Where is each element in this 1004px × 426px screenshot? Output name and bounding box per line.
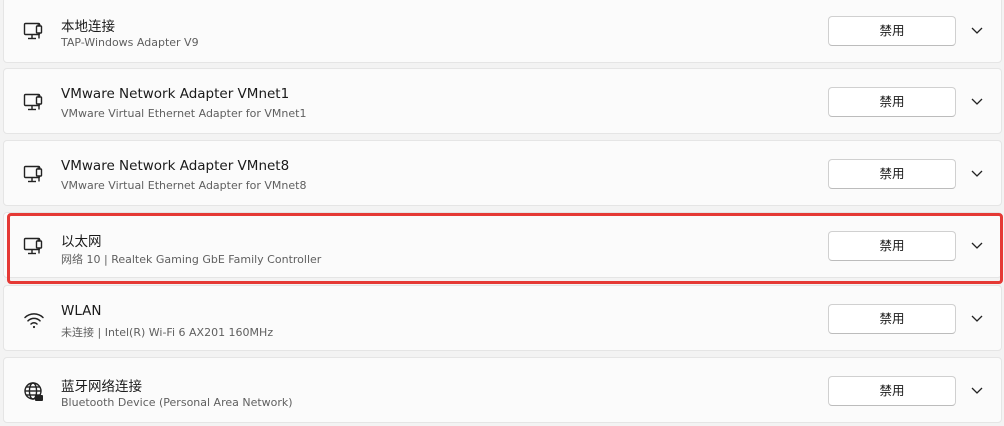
adapter-name: WLAN: [61, 303, 102, 319]
adapter-row-ethernet[interactable]: 以太网 网络 10 | Realtek Gaming GbE Family Co…: [3, 212, 1002, 278]
adapter-row-local-connection[interactable]: 本地连接 TAP-Windows Adapter V9 禁用: [3, 0, 1002, 63]
adapter-description: VMware Virtual Ethernet Adapter for VMne…: [61, 179, 307, 192]
chevron-down-icon[interactable]: [969, 165, 985, 181]
disable-button[interactable]: 禁用: [828, 87, 956, 117]
ethernet-icon: [22, 163, 46, 187]
adapter-name: VMware Network Adapter VMnet1: [61, 86, 290, 102]
adapter-row-vmnet1[interactable]: VMware Network Adapter VMnet1 VMware Vir…: [3, 68, 1002, 134]
chevron-down-icon[interactable]: [969, 237, 985, 253]
adapter-name: 以太网: [61, 234, 102, 250]
adapter-name: VMware Network Adapter VMnet8: [61, 158, 290, 174]
chevron-down-icon[interactable]: [969, 22, 985, 38]
network-adapter-list: 本地连接 TAP-Windows Adapter V9 禁用 VMware Ne…: [0, 0, 1004, 426]
adapter-description: Bluetooth Device (Personal Area Network): [61, 396, 293, 409]
disable-button[interactable]: 禁用: [828, 16, 956, 46]
adapter-row-vmnet8[interactable]: VMware Network Adapter VMnet8 VMware Vir…: [3, 140, 1002, 206]
adapter-name: 蓝牙网络连接: [61, 379, 142, 395]
disable-button[interactable]: 禁用: [828, 231, 956, 261]
ethernet-icon: [22, 20, 46, 44]
chevron-down-icon[interactable]: [969, 310, 985, 326]
adapter-row-bluetooth-network[interactable]: 蓝牙网络连接 Bluetooth Device (Personal Area N…: [3, 357, 1002, 423]
adapter-description: TAP-Windows Adapter V9: [61, 36, 199, 49]
adapter-description: 未连接 | Intel(R) Wi-Fi 6 AX201 160MHz: [61, 326, 274, 339]
ethernet-icon: [22, 91, 46, 115]
adapter-name: 本地连接: [61, 19, 115, 35]
chevron-down-icon[interactable]: [969, 382, 985, 398]
ethernet-icon: [22, 235, 46, 259]
disable-button[interactable]: 禁用: [828, 159, 956, 189]
adapter-description: 网络 10 | Realtek Gaming GbE Family Contro…: [61, 253, 322, 266]
chevron-down-icon[interactable]: [969, 93, 985, 109]
globe-icon: [22, 380, 46, 404]
wifi-icon: [22, 308, 46, 332]
disable-button[interactable]: 禁用: [828, 376, 956, 406]
adapter-row-wlan[interactable]: WLAN 未连接 | Intel(R) Wi-Fi 6 AX201 160MHz…: [3, 285, 1002, 351]
disable-button[interactable]: 禁用: [828, 304, 956, 334]
adapter-description: VMware Virtual Ethernet Adapter for VMne…: [61, 107, 307, 120]
